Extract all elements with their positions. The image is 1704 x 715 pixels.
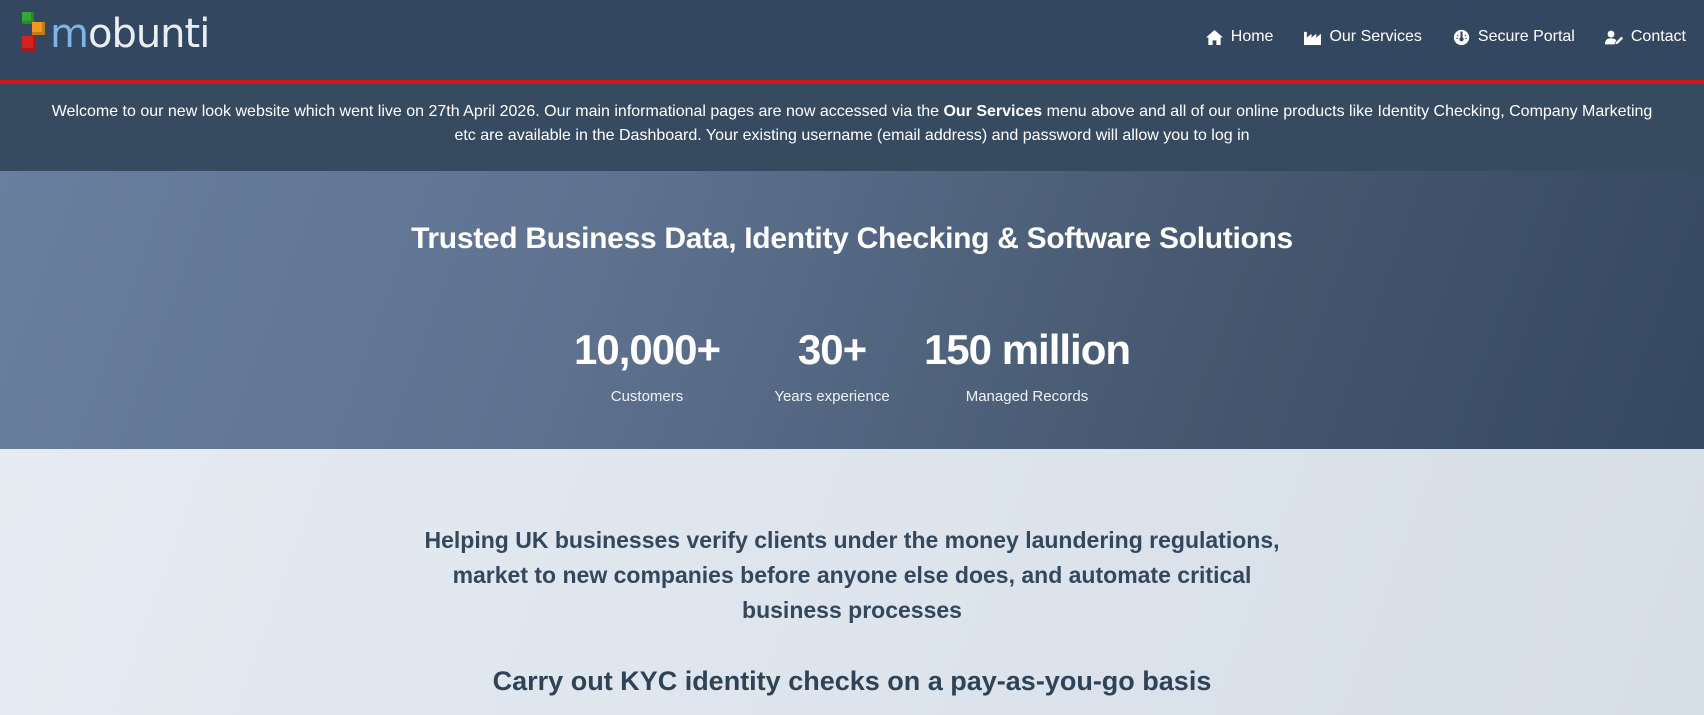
stat-label: Managed Records [965, 388, 1089, 405]
notice-our-services-emphasis: Our Services [943, 103, 1043, 120]
nav-contact[interactable]: Contact [1604, 28, 1686, 46]
stat-value: 30+ [797, 326, 867, 373]
site-notice-banner: Welcome to our new look website which we… [0, 84, 1704, 171]
stat-managed-records: 150 million Managed Records [922, 326, 1132, 406]
hero-title: Trusted Business Data, Identity Checking… [411, 222, 1293, 255]
stat-value: 150 million [923, 326, 1131, 373]
logo-blocks-icon [20, 12, 48, 56]
nav-contact-label: Contact [1630, 28, 1686, 45]
intro-lead-text: Helping UK businesses verify clients und… [424, 527, 1280, 623]
dashboard-icon [1453, 29, 1470, 45]
hero-section: Trusted Business Data, Identity Checking… [0, 171, 1704, 449]
logo-wordmark: mobunti [50, 11, 210, 57]
mobunti-logo[interactable]: mobunti [20, 11, 210, 57]
kyc-subheading: Carry out KYC identity checks on a pay-a… [492, 666, 1212, 696]
stats-row: 10,000+ Customers 30+ Years experience 1… [0, 326, 1704, 406]
nav-home[interactable]: Home [1205, 28, 1274, 46]
stat-label: Years experience [774, 388, 890, 405]
intro-section: Helping UK businesses verify clients und… [0, 449, 1704, 715]
stat-customers: 10,000+ Customers [572, 326, 722, 406]
home-icon [1205, 29, 1223, 45]
notice-text-before: Welcome to our new look website which we… [51, 103, 944, 120]
nav-our-services-label: Our Services [1329, 28, 1422, 45]
user-edit-icon [1604, 30, 1623, 44]
nav-secure-portal-label: Secure Portal [1477, 28, 1575, 45]
stat-label: Customers [610, 388, 684, 405]
site-header: mobunti Home Our Services Secure Portal … [0, 0, 1704, 84]
factory-icon [1304, 31, 1322, 45]
nav-home-label: Home [1230, 28, 1274, 45]
nav-secure-portal[interactable]: Secure Portal [1452, 28, 1575, 46]
stat-years-experience: 30+ Years experience [772, 326, 892, 406]
nav-our-services[interactable]: Our Services [1303, 28, 1422, 46]
main-nav: Home Our Services Secure Portal Contact [1205, 28, 1686, 46]
stat-value: 10,000+ [574, 326, 721, 373]
